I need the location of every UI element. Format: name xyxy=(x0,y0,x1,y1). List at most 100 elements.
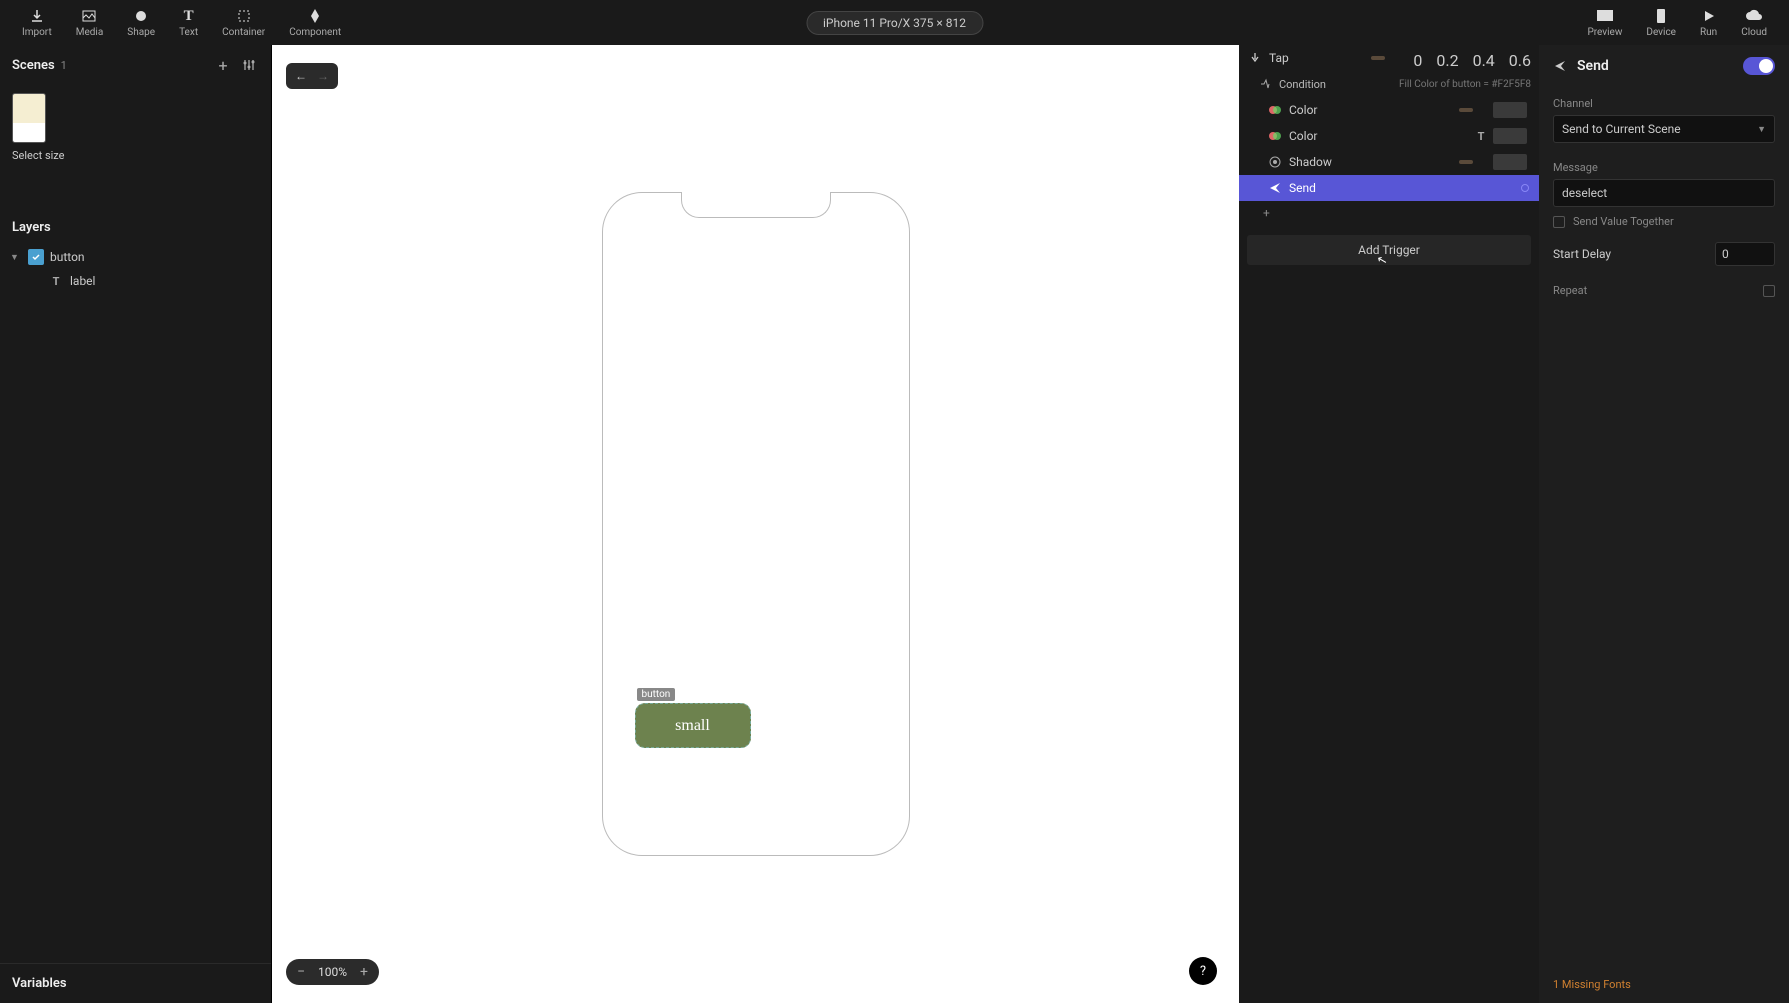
layer-label[interactable]: T label xyxy=(0,269,271,293)
device-icon xyxy=(1656,7,1666,25)
tick-3: 0.6 xyxy=(1509,51,1531,70)
checkbox-icon xyxy=(1553,216,1565,228)
inspector-title: Send xyxy=(1577,58,1743,74)
preview-tool[interactable]: Preview xyxy=(1575,3,1634,42)
device-tool[interactable]: Device xyxy=(1634,3,1688,42)
scenes-title: Scenes xyxy=(12,58,55,73)
scene-caption: Select size xyxy=(12,149,259,162)
color1-bar xyxy=(1459,108,1473,112)
variables-title[interactable]: Variables xyxy=(0,963,271,1003)
cloud-label: Cloud xyxy=(1741,27,1767,38)
channel-value: Send to Current Scene xyxy=(1562,122,1681,136)
zoom-out-button[interactable]: − xyxy=(292,963,310,981)
container-tool[interactable]: Container xyxy=(210,3,277,42)
add-trigger-button[interactable]: Add Trigger ↖ xyxy=(1247,235,1531,265)
component-tag[interactable]: button xyxy=(637,688,676,701)
device-notch xyxy=(681,192,831,218)
repeat-row[interactable]: Repeat xyxy=(1553,284,1775,297)
help-button[interactable]: ? xyxy=(1189,957,1217,985)
nav-arrows: ← → xyxy=(286,63,338,89)
scene-thumbnail[interactable] xyxy=(12,93,46,143)
shape-icon xyxy=(133,7,149,25)
container-icon xyxy=(236,7,252,25)
media-tool[interactable]: Media xyxy=(64,3,116,42)
run-tool[interactable]: Run xyxy=(1688,3,1729,42)
trigger-shadow[interactable]: Shadow xyxy=(1239,149,1539,175)
trigger-send-label: Send xyxy=(1289,181,1531,195)
color1-swatch[interactable] xyxy=(1493,102,1527,118)
left-panel: Scenes 1 + Select size Layers ▼ button T… xyxy=(0,45,272,1003)
layer-label-label: label xyxy=(70,274,95,288)
shape-label: Shape xyxy=(127,27,155,38)
trigger-add-action[interactable]: + xyxy=(1239,201,1539,225)
color-icon xyxy=(1267,102,1283,118)
toolbar: Import Media Shape T Text Container Comp… xyxy=(0,0,1789,45)
scenes-header: Scenes 1 + xyxy=(0,45,271,85)
shape-tool[interactable]: Shape xyxy=(115,3,167,42)
trigger-color-1[interactable]: Color xyxy=(1239,97,1539,123)
text-glyph-icon: T xyxy=(1473,130,1489,143)
scene-thumbnails: Select size xyxy=(0,85,271,170)
cloud-tool[interactable]: Cloud xyxy=(1729,3,1779,42)
inspector-panel: Send Channel Send to Current Scene ▼ Mes… xyxy=(1539,45,1789,1003)
layer-button[interactable]: ▼ button xyxy=(0,245,271,269)
start-delay-label: Start Delay xyxy=(1553,247,1611,261)
nav-back-button[interactable]: ← xyxy=(290,67,312,85)
channel-label: Channel xyxy=(1553,97,1775,110)
canvas-button-element[interactable]: small xyxy=(635,703,751,748)
missing-fonts-warning[interactable]: 1 Missing Fonts xyxy=(1553,978,1775,991)
trigger-condition[interactable]: Condition Fill Color of button = #F2F5F8 xyxy=(1239,71,1539,97)
trigger-send[interactable]: Send xyxy=(1239,175,1539,201)
enable-toggle[interactable] xyxy=(1743,57,1775,75)
button-layer-icon xyxy=(28,249,44,265)
cloud-icon xyxy=(1745,7,1763,25)
device-frame: button small xyxy=(602,192,910,856)
start-delay-row: Start Delay 0 xyxy=(1553,242,1775,266)
add-action-label: + xyxy=(1263,206,1270,220)
container-label: Container xyxy=(222,27,265,38)
send-value-together-checkbox[interactable]: Send Value Together xyxy=(1553,215,1775,228)
component-label: Component xyxy=(289,27,341,38)
zoom-value: 100% xyxy=(310,965,355,979)
run-label: Run xyxy=(1700,27,1717,38)
send-icon xyxy=(1267,180,1283,196)
toolbar-right: Preview Device Run Cloud xyxy=(1575,3,1779,42)
repeat-label: Repeat xyxy=(1553,284,1587,297)
trigger-condition-label: Condition xyxy=(1279,78,1326,91)
start-delay-input[interactable]: 0 xyxy=(1715,242,1775,266)
run-icon xyxy=(1702,7,1716,25)
shadow-icon xyxy=(1267,154,1283,170)
channel-select[interactable]: Send to Current Scene ▼ xyxy=(1553,115,1775,143)
media-icon xyxy=(81,7,97,25)
scene-settings-button[interactable] xyxy=(239,55,259,75)
message-input[interactable]: deselect xyxy=(1553,179,1775,207)
zoom-in-button[interactable]: + xyxy=(355,963,373,981)
add-scene-button[interactable]: + xyxy=(213,55,233,75)
canvas[interactable]: ← → button small − 100% + ? xyxy=(272,45,1239,1003)
scenes-count: 1 xyxy=(61,59,67,72)
layer-caret-icon[interactable]: ▼ xyxy=(10,252,22,263)
layers-title: Layers xyxy=(0,210,271,245)
message-label: Message xyxy=(1553,161,1775,174)
trigger-color-2[interactable]: Color T xyxy=(1239,123,1539,149)
component-tool[interactable]: Component xyxy=(277,3,353,42)
repeat-checkbox-icon xyxy=(1763,285,1775,297)
color2-swatch[interactable] xyxy=(1493,128,1527,144)
nav-forward-button[interactable]: → xyxy=(312,67,334,85)
text-tool[interactable]: T Text xyxy=(167,3,210,42)
import-tool[interactable]: Import xyxy=(10,3,64,42)
preview-icon xyxy=(1596,7,1614,25)
tick-0: 0 xyxy=(1413,51,1422,70)
trigger-tap[interactable]: Tap xyxy=(1239,45,1413,71)
device-indicator[interactable]: iPhone 11 Pro/X 375 × 812 xyxy=(806,11,983,35)
tap-icon xyxy=(1247,50,1263,66)
color-icon xyxy=(1267,128,1283,144)
trigger-color1-label: Color xyxy=(1289,103,1459,117)
media-label: Media xyxy=(76,27,104,38)
inspector-header: Send xyxy=(1553,57,1775,75)
text-layer-icon: T xyxy=(48,273,64,289)
shadow-swatch[interactable] xyxy=(1493,154,1527,170)
send-value-together-label: Send Value Together xyxy=(1573,215,1674,228)
timeline-ticks: 0 0.2 0.4 0.6 xyxy=(1413,45,1539,70)
trigger-tap-label: Tap xyxy=(1269,51,1371,65)
